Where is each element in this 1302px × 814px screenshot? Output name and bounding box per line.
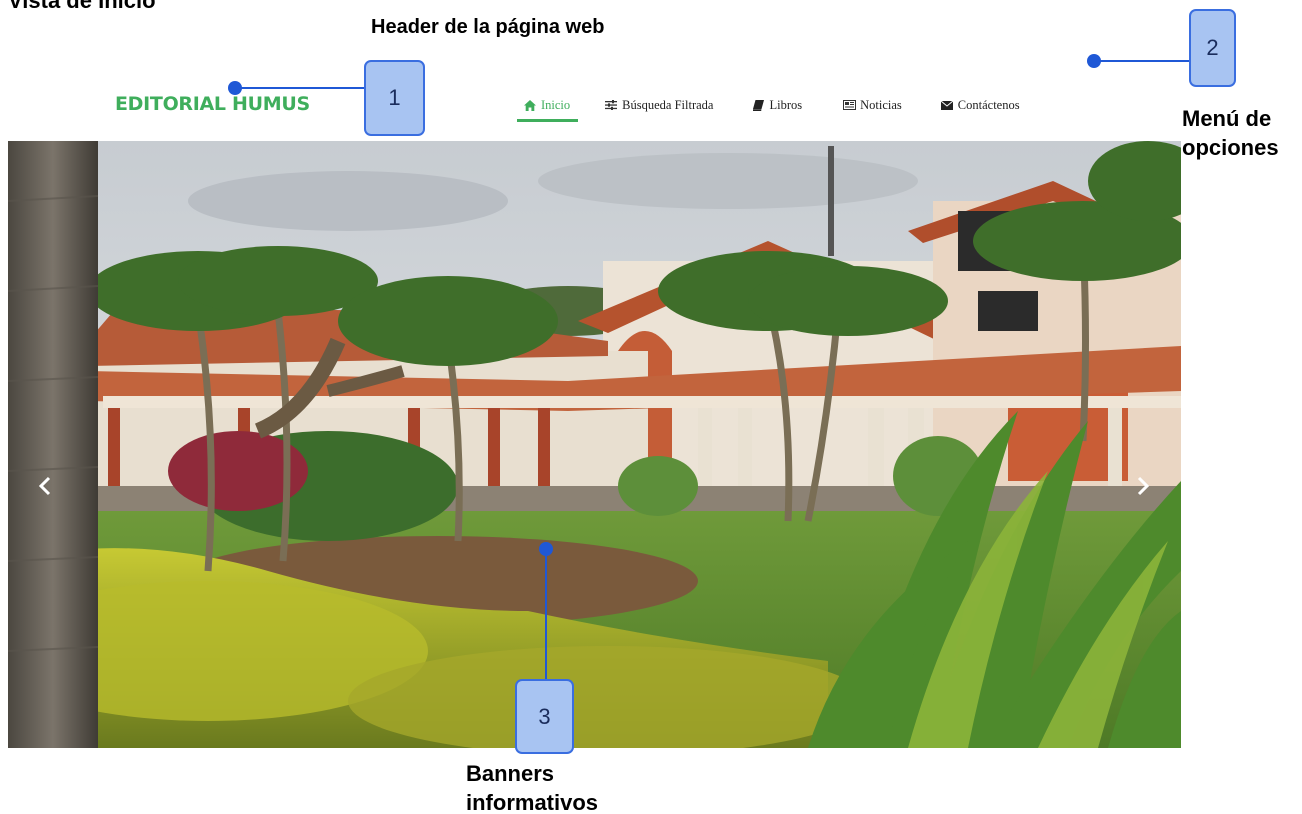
document-title: Vista de Inicio bbox=[8, 0, 156, 13]
menu-caption-line1: Menú de bbox=[1182, 106, 1272, 131]
sliders-icon bbox=[604, 99, 618, 111]
brand-logo[interactable]: EDITORIAL HUMUS bbox=[115, 93, 310, 115]
nav-item-contactenos[interactable]: Contáctenos bbox=[932, 90, 1028, 120]
menu-caption: Menú de opciones bbox=[1182, 105, 1279, 162]
nav-item-noticias[interactable]: Noticias bbox=[834, 90, 910, 120]
callout-1-box: 1 bbox=[364, 60, 425, 136]
banner-caption-line2: informativos bbox=[466, 789, 599, 814]
header-caption: Header de la página web bbox=[371, 16, 605, 38]
nav-label-libros: Libros bbox=[769, 97, 803, 112]
nav-label-inicio: Inicio bbox=[541, 97, 571, 112]
carousel-next-button[interactable] bbox=[1130, 471, 1156, 501]
callout-2-box: 2 bbox=[1189, 9, 1236, 87]
chevron-right-icon bbox=[1137, 476, 1150, 496]
home-icon bbox=[523, 99, 537, 111]
banner-caption: Banners informativos bbox=[466, 760, 598, 814]
nav-label-busqueda: Búsqueda Filtrada bbox=[622, 97, 714, 112]
nav-item-libros[interactable]: Libros bbox=[743, 90, 810, 120]
callout-2-line bbox=[1094, 60, 1190, 62]
callout-3-box: 3 bbox=[515, 679, 574, 754]
nav-label-noticias: Noticias bbox=[860, 97, 902, 112]
main-nav: Inicio Búsqueda Filtrada Libros Noticias… bbox=[515, 90, 1043, 122]
newspaper-icon bbox=[842, 99, 856, 111]
callout-2-number: 2 bbox=[1206, 35, 1219, 60]
callout-1-line bbox=[235, 87, 365, 89]
banner-caption-line1: Banners bbox=[466, 761, 555, 786]
callout-3-line bbox=[545, 549, 547, 680]
chevron-left-icon bbox=[38, 476, 51, 496]
carousel-prev-button[interactable] bbox=[32, 471, 58, 501]
campus-garden-photo bbox=[8, 141, 1181, 748]
nav-item-inicio[interactable]: Inicio bbox=[515, 90, 579, 122]
banner-carousel[interactable] bbox=[8, 141, 1181, 748]
nav-label-contactenos: Contáctenos bbox=[957, 97, 1020, 112]
nav-item-busqueda[interactable]: Búsqueda Filtrada bbox=[596, 90, 721, 120]
callout-1-number: 1 bbox=[388, 85, 401, 110]
envelope-icon bbox=[940, 99, 954, 111]
callout-3-number: 3 bbox=[538, 703, 551, 729]
menu-caption-line2: opciones bbox=[1182, 134, 1279, 160]
book-icon bbox=[751, 99, 765, 111]
